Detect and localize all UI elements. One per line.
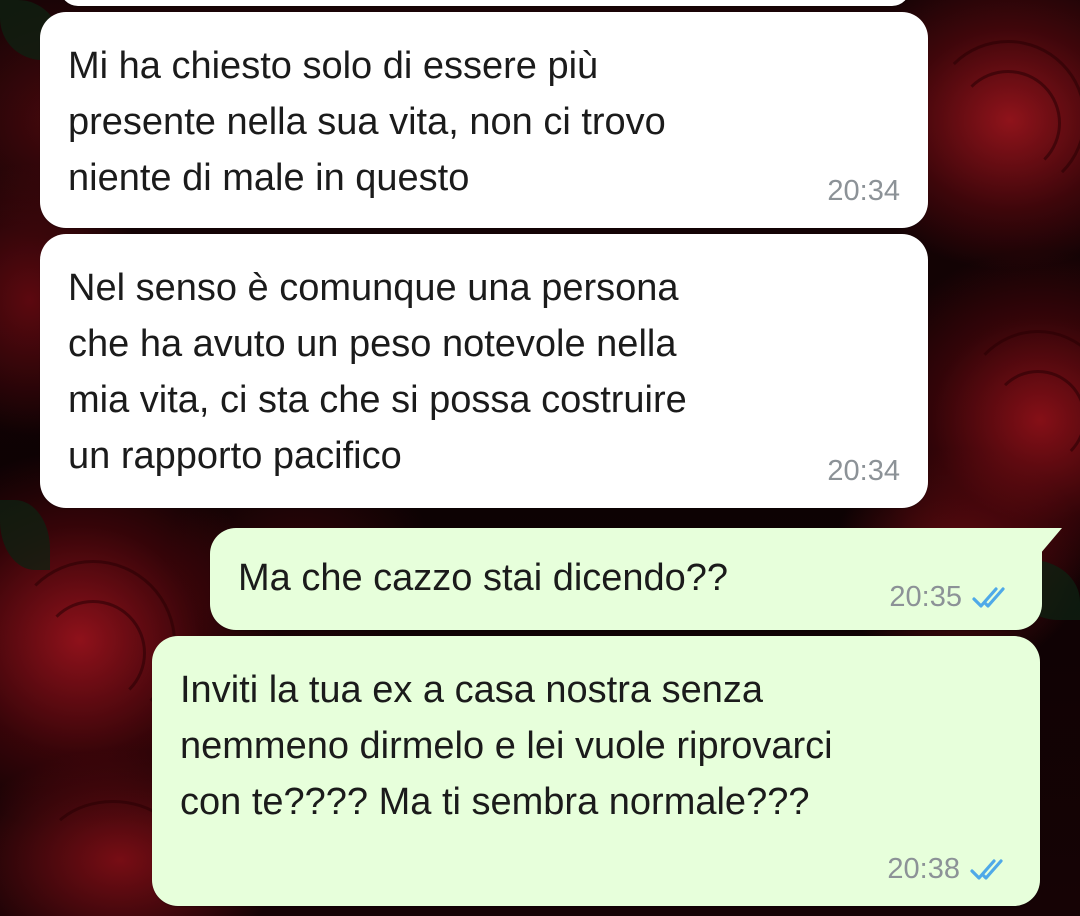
message-bubble-outgoing[interactable]: Ma che cazzo stai dicendo?? 20:35 [210,528,1062,630]
message-timestamp: 20:34 [827,175,900,207]
message-text: Inviti la tua ex a casa nostra senza nem… [180,669,833,823]
rose-petal-decoration [955,70,1061,176]
leaf-decoration [0,500,50,570]
bubble-tail [1040,528,1062,554]
message-bubble-outgoing[interactable]: Inviti la tua ex a casa nostra senza nem… [152,636,1040,906]
message-bubble-incoming[interactable]: Mi ha chiesto solo di essere più present… [40,12,928,228]
message-meta: 20:34 [827,455,900,488]
previous-message-bubble[interactable] [60,0,910,6]
message-timestamp: 20:34 [827,455,900,487]
double-check-read-icon [972,586,1005,608]
message-text: Mi ha chiesto solo di essere più present… [68,45,666,199]
message-text: Nel senso è comunque una persona che ha … [68,267,687,477]
rose-petal-decoration [40,600,146,706]
message-timestamp: 20:38 [887,853,960,885]
double-check-read-icon [970,858,1003,880]
message-timestamp: 20:35 [889,581,962,613]
rose-petal-decoration [990,370,1080,466]
message-meta: 20:34 [827,175,900,208]
message-bubble-incoming[interactable]: Nel senso è comunque una persona che ha … [40,234,928,508]
message-meta: 20:38 [887,853,1012,886]
message-meta: 20:35 [889,581,1014,614]
